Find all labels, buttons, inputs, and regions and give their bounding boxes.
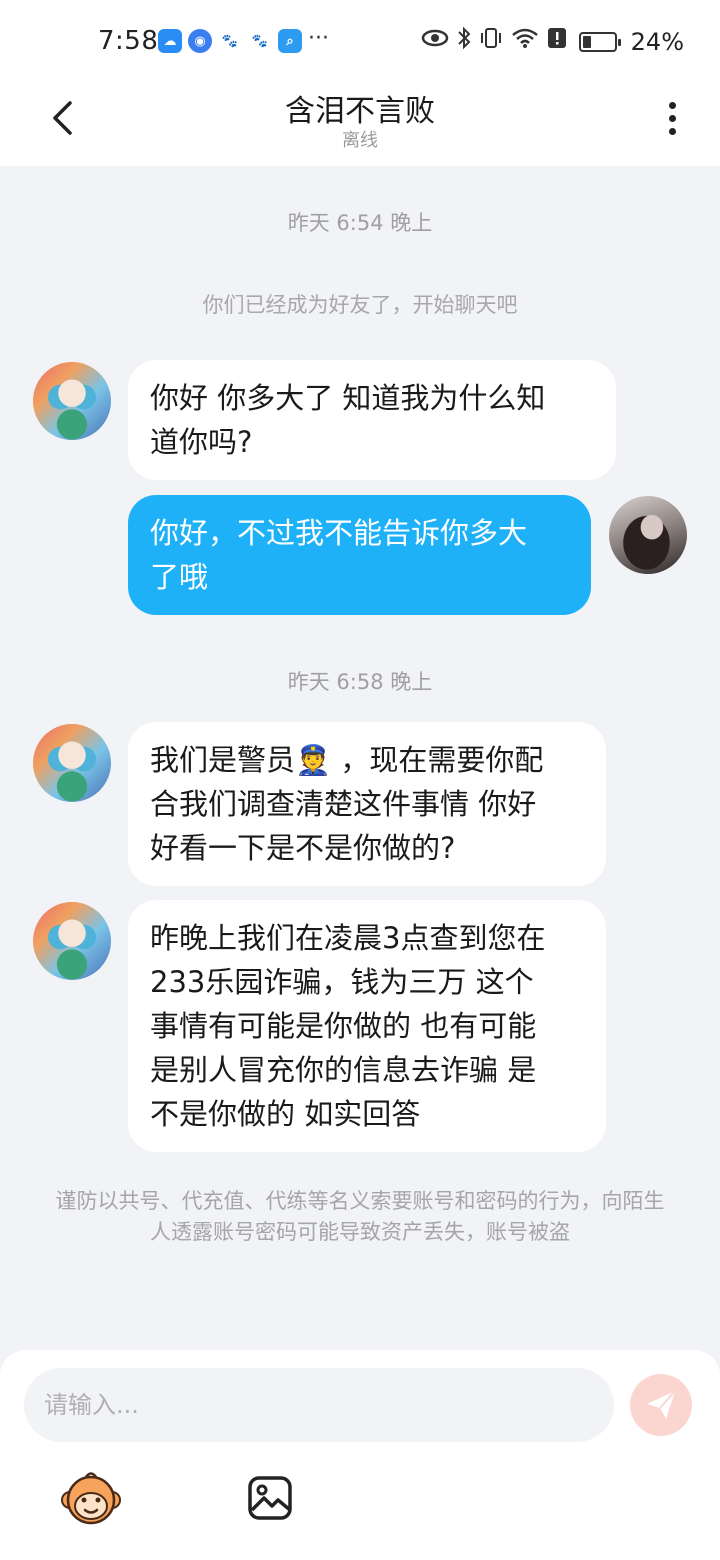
battery-icon — [578, 32, 621, 52]
status-indicators: 24% — [421, 26, 684, 58]
system-note: 你们已经成为好友了，开始聊天吧 — [202, 293, 518, 317]
message-bubble-incoming[interactable]: 昨晚上我们在凌晨3点查到您在 233乐园诈骗，钱为三万 这个 事情有可能是你做的… — [128, 900, 606, 1152]
image-icon — [248, 1476, 292, 1520]
more-options-button[interactable] — [652, 96, 692, 140]
paper-plane-icon — [647, 1390, 676, 1419]
baidu-app-icon: 🐾 — [218, 29, 242, 53]
input-panel — [0, 1350, 720, 1560]
bluetooth-icon — [457, 26, 471, 58]
emoji-button[interactable] — [60, 1468, 122, 1530]
contact-avatar[interactable] — [33, 362, 111, 440]
vibrate-icon — [479, 27, 503, 57]
monkey-emoji-icon — [61, 1472, 121, 1525]
eye-icon — [421, 28, 449, 56]
contact-name: 含泪不言败 — [285, 94, 435, 129]
my-avatar[interactable] — [609, 496, 687, 574]
alert-icon — [547, 27, 567, 57]
contact-avatar[interactable] — [33, 902, 111, 980]
timestamp: 昨天 6:54 晚上 — [287, 211, 433, 235]
chat-header: 含泪不言败 离线 — [0, 80, 720, 166]
message-bubble-outgoing[interactable]: 你好，不过我不能告诉你多大 了哦 — [128, 495, 591, 615]
contact-avatar[interactable] — [33, 724, 111, 802]
image-picker-button[interactable] — [246, 1474, 294, 1522]
browser-app-icon: ◉ — [188, 29, 212, 53]
battery-percentage: 24% — [630, 28, 684, 56]
status-bar: 7:58 ☁ ◉ 🐾 🐾 ⌕ ··· 24% — [0, 0, 720, 80]
message-bubble-incoming[interactable]: 我们是警员👮 ，现在需要你配 合我们调查清楚这件事情 你好 好看一下是不是你做的… — [128, 722, 606, 886]
search-app-icon: ⌕ — [278, 29, 302, 53]
contact-status: 离线 — [342, 130, 378, 151]
more-dot — [668, 127, 676, 135]
weather-app-icon: ☁ — [158, 29, 182, 53]
status-time: 7:58 — [98, 26, 159, 56]
more-dot — [668, 114, 676, 122]
send-button[interactable] — [630, 1374, 692, 1436]
message-input[interactable] — [24, 1368, 614, 1442]
message-bubble-incoming[interactable]: 你好 你多大了 知道我为什么知 道你吗? — [128, 360, 616, 480]
security-disclaimer: 谨防以共号、代充值、代练等名义索要账号和密码的行为，向陌生人透露账号密码可能导致… — [55, 1189, 665, 1244]
baidu-app-icon: 🐾 — [248, 29, 272, 53]
more-dot — [668, 101, 676, 109]
wifi-icon — [511, 27, 539, 57]
more-notifications-icon: ··· — [308, 26, 329, 51]
timestamp: 昨天 6:58 晚上 — [287, 670, 433, 694]
